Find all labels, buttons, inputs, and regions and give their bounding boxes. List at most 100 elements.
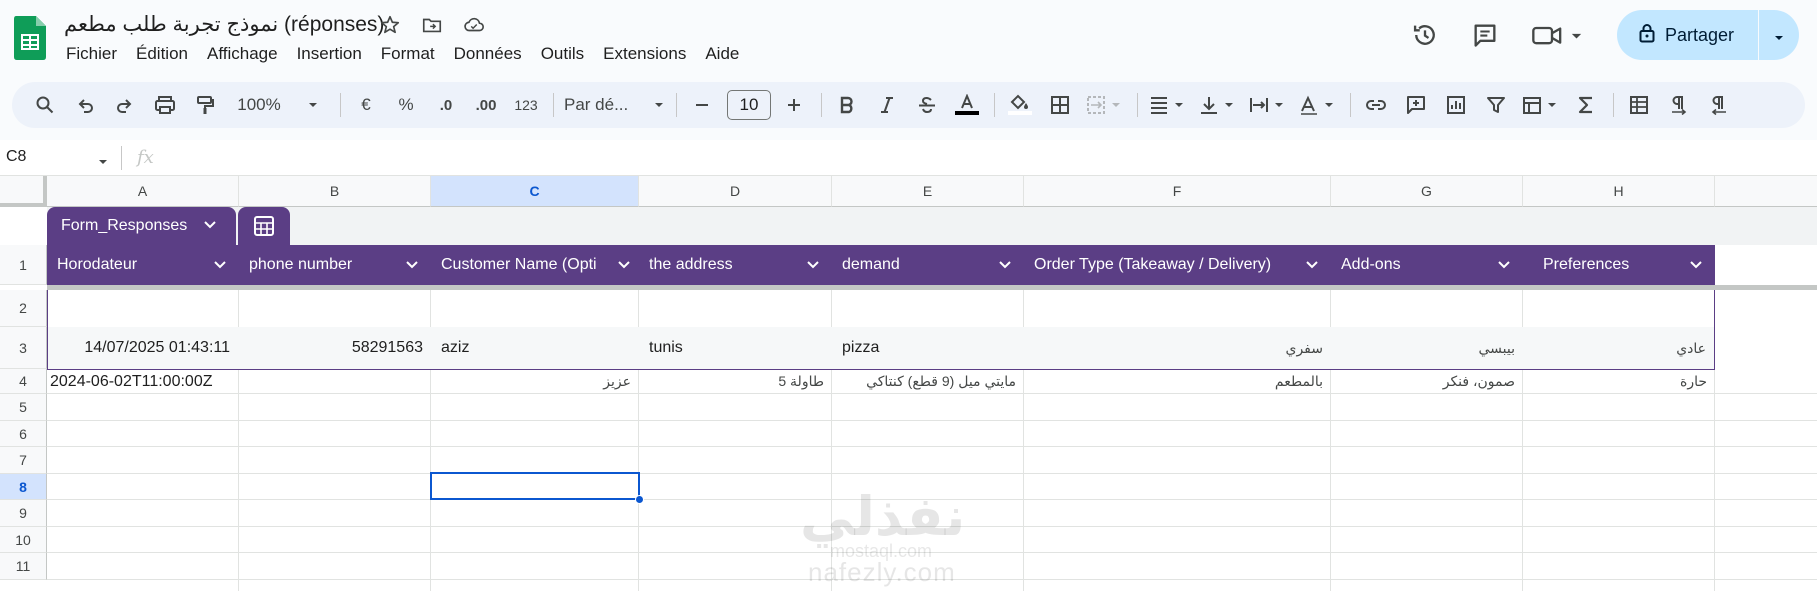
row-header-10[interactable]: 10	[0, 527, 47, 553]
font-select[interactable]: Par dé...	[564, 89, 664, 121]
cloud-status-icon[interactable]	[462, 13, 486, 37]
fill-handle[interactable]	[635, 495, 644, 504]
menu-insert[interactable]: Insertion	[297, 44, 362, 64]
name-box-dropdown-icon[interactable]	[98, 154, 108, 172]
menu-extensions[interactable]: Extensions	[603, 44, 686, 64]
header-cell[interactable]: Add-ons	[1331, 245, 1523, 285]
header-cell[interactable]: demand	[832, 245, 1024, 285]
increase-decimal-button[interactable]: .00	[471, 89, 501, 121]
menu-data[interactable]: Données	[454, 44, 522, 64]
column-menu-chevron-icon[interactable]	[1305, 257, 1319, 275]
header-cell[interactable]: phone number	[239, 245, 431, 285]
row-header-3[interactable]: 3	[0, 327, 47, 369]
filter-icon[interactable]	[1481, 89, 1511, 121]
table-format-icon[interactable]	[1624, 89, 1654, 121]
table-cell[interactable]	[239, 369, 431, 394]
menu-tools[interactable]: Outils	[541, 44, 584, 64]
table-cell[interactable]: عادي	[1523, 327, 1714, 369]
increase-font-size-icon[interactable]	[779, 89, 809, 121]
column-header-h[interactable]: H	[1523, 176, 1715, 207]
print-icon[interactable]	[150, 89, 180, 121]
version-history-icon[interactable]	[1409, 19, 1441, 51]
row-header-8[interactable]: 8	[0, 474, 47, 500]
table-cell[interactable]: حارة	[1523, 369, 1715, 394]
table-menu-chevron-icon[interactable]	[203, 217, 217, 235]
row-header-2[interactable]: 2	[0, 290, 47, 327]
row-header-1[interactable]: 1	[0, 245, 47, 285]
column-header-g[interactable]: G	[1331, 176, 1523, 207]
menu-help[interactable]: Aide	[705, 44, 739, 64]
column-header-d[interactable]: D	[639, 176, 832, 207]
text-wrapping-icon[interactable]	[1248, 89, 1288, 121]
text-color-icon[interactable]	[952, 89, 982, 121]
header-cell[interactable]: the address	[639, 245, 832, 285]
column-menu-chevron-icon[interactable]	[213, 257, 227, 275]
menu-edit[interactable]: Édition	[136, 44, 188, 64]
share-button[interactable]: Partager	[1617, 10, 1799, 60]
column-menu-chevron-icon[interactable]	[405, 257, 419, 275]
text-rotation-icon[interactable]	[1298, 89, 1338, 121]
column-header-c[interactable]: C	[431, 176, 639, 207]
column-header-e[interactable]: E	[832, 176, 1024, 207]
menu-file[interactable]: Fichier	[66, 44, 117, 64]
currency-format-button[interactable]: €	[351, 89, 381, 121]
column-header-a[interactable]: A	[47, 176, 239, 207]
table-cell[interactable]: 58291563	[239, 327, 431, 369]
decrease-font-size-icon[interactable]	[687, 89, 717, 121]
table-calculator-icon[interactable]	[238, 207, 290, 245]
table-cell[interactable]: 2024-06-02T11:00:00Z	[50, 369, 238, 394]
header-cell[interactable]: Order Type (Takeaway / Delivery)	[1024, 245, 1331, 285]
table-cell[interactable]: مايتي ميل (9 قطع) كنتاكي	[832, 369, 1024, 394]
document-title[interactable]: نموذج تجربة طلب مطعم (réponses)	[64, 12, 384, 37]
row-header-6[interactable]: 6	[0, 421, 47, 447]
font-size-input[interactable]: 10	[727, 90, 771, 120]
insert-link-icon[interactable]	[1361, 89, 1391, 121]
table-cell[interactable]: صمون، فنكر	[1331, 369, 1523, 394]
zoom-select[interactable]: 100%	[230, 89, 288, 121]
vertical-align-icon[interactable]	[1198, 89, 1238, 121]
zoom-dropdown-icon[interactable]	[298, 89, 328, 121]
rtl-direction-icon[interactable]	[1704, 89, 1734, 121]
name-box[interactable]: C8	[6, 148, 26, 166]
column-menu-chevron-icon[interactable]	[998, 257, 1012, 275]
column-menu-chevron-icon[interactable]	[806, 257, 820, 275]
undo-icon[interactable]	[70, 89, 100, 121]
table-cell[interactable]: طاولة 5	[639, 369, 832, 394]
percent-format-button[interactable]: %	[391, 89, 421, 121]
row-header-7[interactable]: 7	[0, 447, 47, 474]
merge-cells-icon[interactable]	[1085, 89, 1125, 121]
column-menu-chevron-icon[interactable]	[617, 257, 631, 275]
ltr-direction-icon[interactable]	[1664, 89, 1694, 121]
table-cell[interactable]: aziz	[431, 327, 639, 369]
column-header-b[interactable]: B	[239, 176, 431, 207]
menu-view[interactable]: Affichage	[207, 44, 278, 64]
sheets-logo-icon[interactable]	[14, 16, 46, 60]
row-header-4[interactable]: 4	[0, 369, 47, 394]
meet-video-icon[interactable]	[1529, 19, 1589, 51]
table-cell[interactable]: سفري	[1024, 327, 1331, 369]
table-cell[interactable]: عزيز	[431, 369, 639, 394]
table-cell[interactable]: بيبسي	[1331, 327, 1523, 369]
star-icon[interactable]	[378, 13, 402, 37]
move-folder-icon[interactable]	[420, 13, 444, 37]
header-cell[interactable]: Horodateur	[47, 245, 239, 285]
row-header-11[interactable]: 11	[0, 553, 47, 580]
table-cell[interactable]: tunis	[639, 327, 832, 369]
column-header-f[interactable]: F	[1024, 176, 1331, 207]
insert-comment-icon[interactable]	[1401, 89, 1431, 121]
selected-cell-c8[interactable]	[430, 472, 640, 500]
table-name-tab[interactable]: Form_Responses	[47, 207, 236, 245]
header-cell[interactable]: Preferences	[1523, 245, 1715, 285]
table-cell[interactable]: 14/07/2025 01:43:11	[48, 327, 238, 369]
search-icon[interactable]	[30, 89, 60, 121]
bold-icon[interactable]	[832, 89, 862, 121]
borders-icon[interactable]	[1045, 89, 1075, 121]
italic-icon[interactable]	[872, 89, 902, 121]
filter-views-icon[interactable]	[1521, 89, 1561, 121]
comments-icon[interactable]	[1469, 19, 1501, 51]
column-menu-chevron-icon[interactable]	[1497, 257, 1511, 275]
number-format-button[interactable]: 123	[511, 89, 541, 121]
table-cell[interactable]: بالمطعم	[1024, 369, 1331, 394]
select-all-corner[interactable]	[0, 176, 47, 207]
header-cell[interactable]: Customer Name (Opti	[431, 245, 639, 285]
